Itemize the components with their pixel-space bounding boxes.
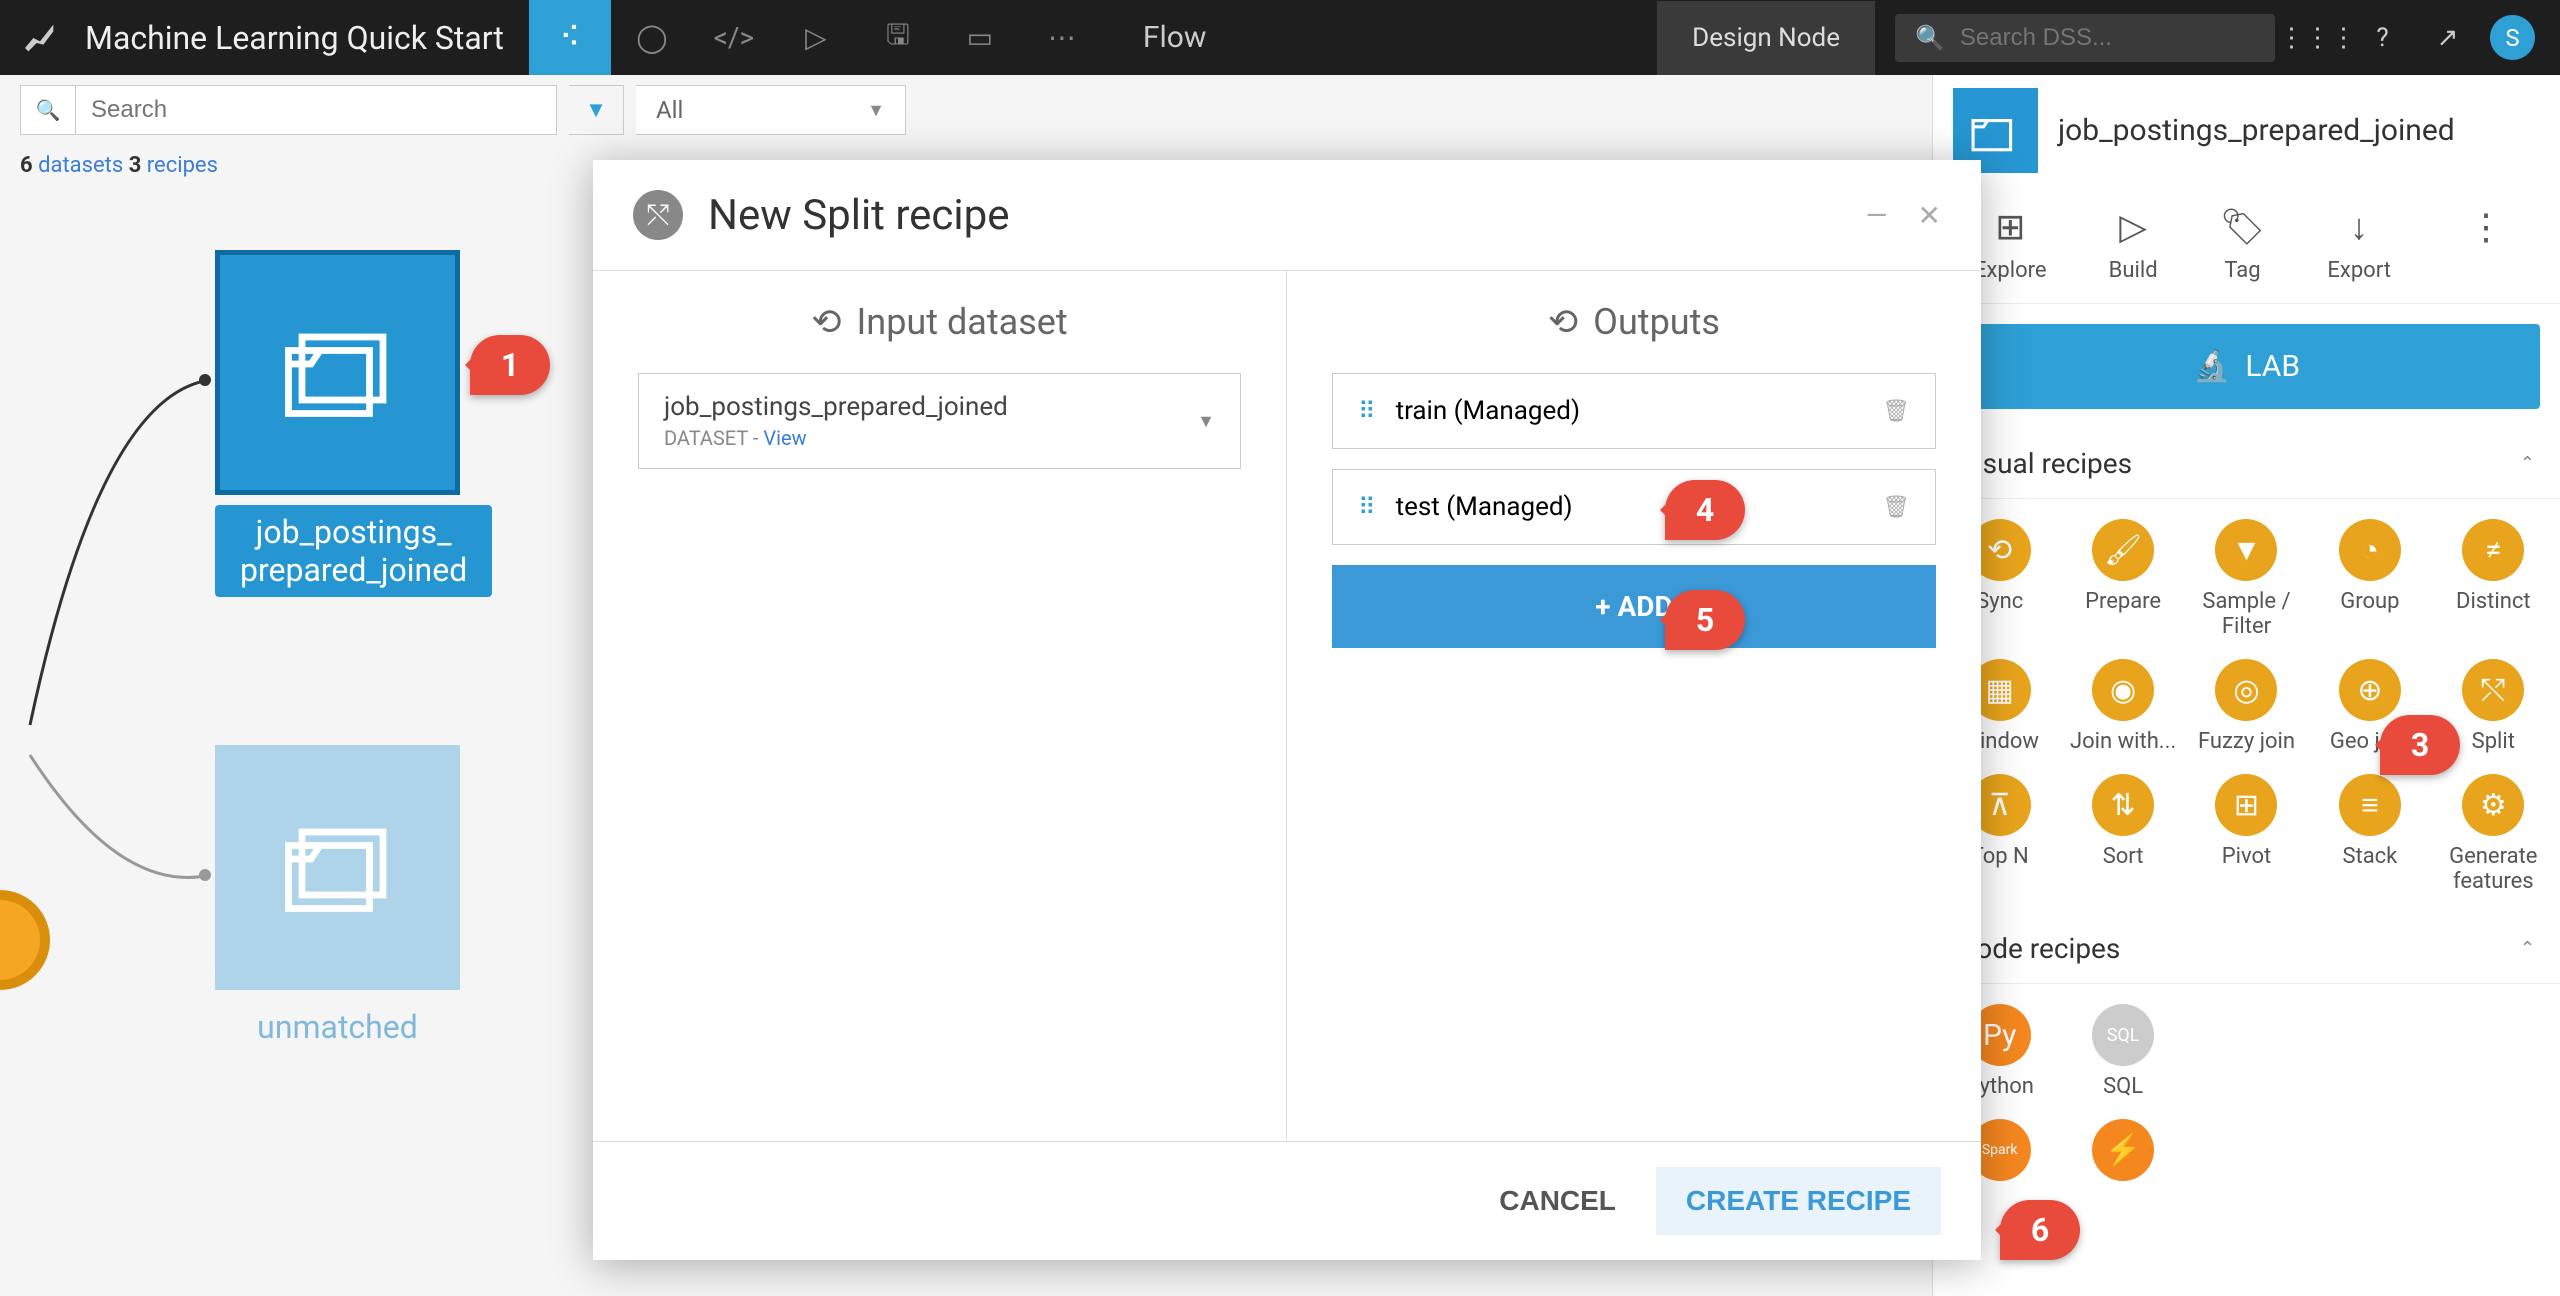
logo-bird-icon[interactable]	[15, 13, 65, 63]
user-avatar[interactable]: S	[2490, 15, 2535, 60]
delete-output-icon[interactable]: 🗑	[1882, 495, 1910, 520]
chevron-up-icon: ⌃	[2520, 453, 2535, 474]
recipe-fuzzy[interactable]: ◎Fuzzy join	[2185, 659, 2308, 754]
minimize-icon[interactable]: —	[1866, 199, 1888, 232]
recipe-sql[interactable]: SQLSQL	[2061, 1004, 2184, 1099]
dataset-node-unmatched[interactable]: unmatched	[215, 745, 460, 1054]
create-recipe-button[interactable]: CREATE RECIPE	[1656, 1167, 1941, 1235]
nav-cycle-icon[interactable]: ◯	[611, 0, 693, 75]
design-node-label[interactable]: Design Node	[1657, 1, 1875, 75]
search-icon: 🔍	[1915, 24, 1945, 52]
download-icon: ↓	[2350, 206, 2368, 248]
new-split-recipe-modal: ⤲ New Split recipe — ✕ ⟲ Input dataset j…	[593, 160, 1981, 1260]
visual-recipes-header[interactable]: Visual recipes⌃	[1933, 429, 2560, 499]
search-icon: 🔍	[21, 86, 76, 134]
nav-code-icon[interactable]: </>	[693, 0, 775, 75]
export-action[interactable]: ↓Export	[2327, 206, 2391, 283]
output-train-row: ⠿ train (Managed) 🗑	[1332, 373, 1936, 449]
recipe-other[interactable]: ⚡	[2061, 1119, 2184, 1181]
lab-icon: 🔬	[2193, 349, 2230, 384]
arrow-in-icon: ⟲	[811, 301, 841, 343]
nav-share-icon[interactable]: ⠪	[529, 0, 611, 75]
recipe-circle-node[interactable]	[0, 890, 50, 990]
chevron-up-icon: ⌃	[2520, 938, 2535, 959]
project-title[interactable]: Machine Learning Quick Start	[85, 19, 504, 57]
output-column-header: ⟲ Outputs	[1332, 301, 1936, 373]
view-dataset-link[interactable]: View	[763, 426, 806, 450]
nav-more-icon[interactable]: ⋯	[1021, 0, 1103, 75]
recipe-pivot[interactable]: ⊞Pivot	[2185, 774, 2308, 894]
tag-action[interactable]: 🏷Tag	[2220, 206, 2266, 283]
help-icon[interactable]: ?	[2360, 15, 2405, 60]
nav-play-icon[interactable]: ▷	[775, 0, 857, 75]
chevron-down-icon: ▼	[867, 100, 885, 121]
modal-title: New Split recipe	[708, 191, 1010, 240]
global-search-input[interactable]	[1960, 24, 2255, 52]
filter-icon[interactable]: ▼	[569, 85, 624, 135]
recipes-link[interactable]: recipes	[147, 153, 218, 178]
activity-icon[interactable]: ↗	[2425, 15, 2470, 60]
explore-action[interactable]: ⊞Explore	[1974, 206, 2047, 283]
dataset-icon: ⠿	[1358, 493, 1376, 521]
annotation-marker-4: 4	[1665, 480, 1745, 540]
datasets-link[interactable]: datasets	[38, 153, 123, 178]
chevron-down-icon: ▼	[1197, 411, 1215, 432]
nav-save-icon[interactable]: 🖫	[857, 0, 939, 75]
split-recipe-icon: ⤲	[633, 190, 683, 240]
output-test-row: ⠿ test (Managed) 🗑	[1332, 469, 1936, 545]
play-icon: ▷	[2119, 206, 2147, 248]
panel-dataset-title: job_postings_prepared_joined	[2058, 113, 2455, 148]
global-search[interactable]: 🔍	[1895, 14, 2275, 62]
build-action[interactable]: ▷Build	[2109, 206, 2158, 283]
recipe-sample[interactable]: ▼Sample / Filter	[2185, 519, 2308, 639]
recipe-stack[interactable]: ≡Stack	[2308, 774, 2431, 894]
input-column-header: ⟲ Input dataset	[638, 301, 1241, 373]
annotation-marker-5: 5	[1665, 590, 1745, 650]
recipe-sort[interactable]: ⇅Sort	[2061, 774, 2184, 894]
top-navbar: Machine Learning Quick Start ⠪ ◯ </> ▷ 🖫…	[0, 0, 2560, 75]
nav-window-icon[interactable]: ▭	[939, 0, 1021, 75]
grid-icon: ⊞	[1995, 206, 2025, 248]
flow-search-input[interactable]	[76, 86, 556, 134]
right-panel: job_postings_prepared_joined ⊞Explore ▷B…	[1932, 75, 2560, 1296]
cancel-button[interactable]: CANCEL	[1499, 1185, 1616, 1217]
close-icon[interactable]: ✕	[1918, 199, 1941, 232]
input-dataset-selector[interactable]: job_postings_prepared_joined DATASET - V…	[638, 373, 1241, 469]
recipe-generate[interactable]: ⚙Generate features	[2432, 774, 2555, 894]
recipe-join[interactable]: ◉Join with...	[2061, 659, 2184, 754]
nav-flow-label[interactable]: Flow	[1143, 20, 1207, 55]
lab-button[interactable]: 🔬 LAB	[1953, 324, 2540, 409]
delete-output-icon[interactable]: 🗑	[1882, 399, 1910, 424]
arrow-out-icon: ⟲	[1548, 301, 1578, 343]
annotation-marker-3: 3	[2380, 715, 2460, 775]
code-recipes-header[interactable]: Code recipes⌃	[1933, 914, 2560, 984]
recipe-group[interactable]: ◔Group	[2308, 519, 2431, 639]
recipe-prepare[interactable]: 🖌Prepare	[2061, 519, 2184, 639]
annotation-marker-1: 1	[470, 335, 550, 395]
tag-icon: 🏷	[2220, 206, 2266, 248]
annotation-marker-6: 6	[2000, 1200, 2080, 1260]
recipe-distinct[interactable]: ≠Distinct	[2432, 519, 2555, 639]
more-actions-icon[interactable]: ⋮	[2453, 206, 2519, 283]
apps-grid-icon[interactable]: ⋮⋮⋮	[2295, 15, 2340, 60]
add-output-button[interactable]: + ADD	[1332, 565, 1936, 648]
dataset-icon: ⠿	[1358, 397, 1376, 425]
dataset-node-joined[interactable]: job_postings_ prepared_joined	[215, 250, 492, 597]
filter-all-select[interactable]: All ▼	[636, 85, 906, 135]
